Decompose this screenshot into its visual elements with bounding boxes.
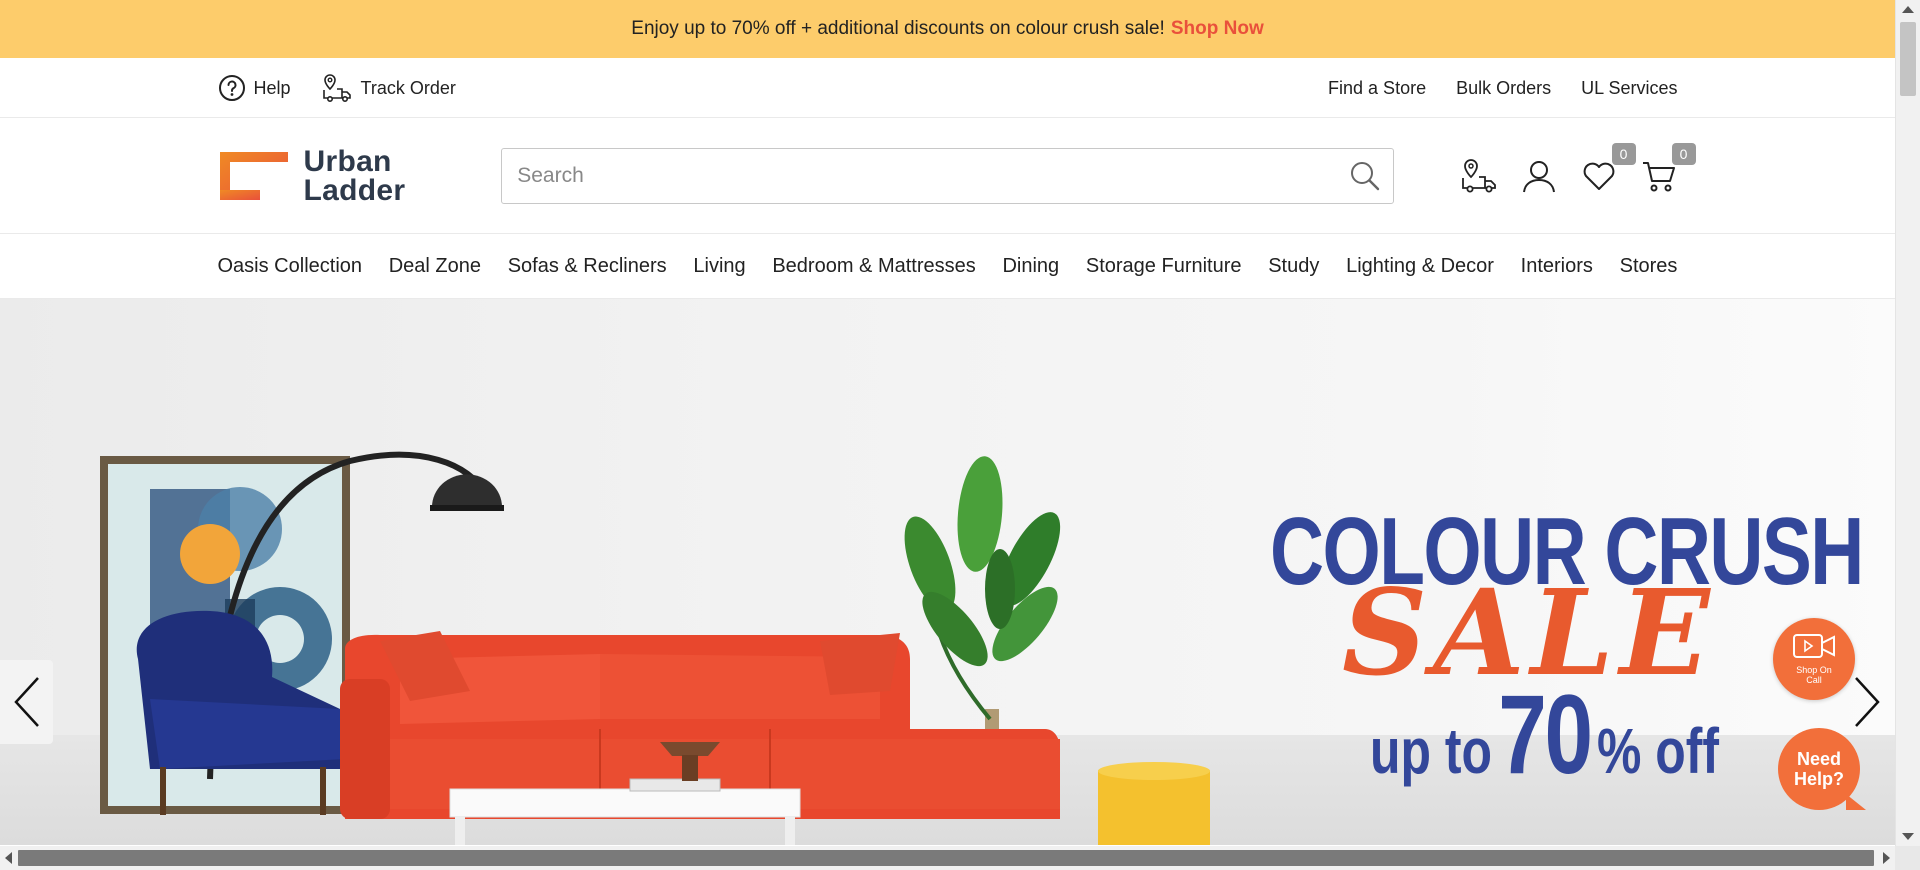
user-icon — [1522, 161, 1555, 193]
vertical-scrollbar[interactable] — [1895, 0, 1920, 846]
hero-carousel[interactable]: COLOUR CRUSH SALE up to 70 % off — [0, 299, 1895, 845]
chevron-right-icon — [1855, 677, 1880, 727]
carousel-prev-button[interactable] — [0, 660, 53, 744]
wishlist-count-badge: 0 — [1611, 143, 1636, 165]
category-nav: Oasis Collection Deal Zone Sofas & Recli… — [0, 234, 1895, 299]
scrollbar-corner — [1895, 846, 1920, 870]
scroll-right-arrow-icon[interactable] — [1883, 852, 1890, 864]
hero-line-discount: up to 70 % off — [1370, 670, 1729, 799]
cart-icon — [1642, 162, 1675, 192]
logo-mark-icon — [219, 152, 288, 200]
store-locator-button[interactable] — [1460, 157, 1498, 195]
vertical-scroll-thumb[interactable] — [1900, 22, 1916, 96]
track-order-label: Track Order — [360, 77, 456, 98]
nav-item-study[interactable]: Study — [1268, 255, 1319, 278]
account-button[interactable] — [1520, 157, 1558, 195]
hero-line-colour-crush: COLOUR CRUSH — [1270, 498, 1864, 605]
logo-text-line2: Ladder — [303, 174, 406, 207]
nav-item-interiors[interactable]: Interiors — [1521, 255, 1593, 278]
logo-text-line1: Urban — [303, 145, 392, 178]
bulk-orders-link[interactable]: Bulk Orders — [1456, 78, 1551, 99]
track-order-link[interactable]: Track Order — [321, 72, 456, 104]
nav-item-dining[interactable]: Dining — [1002, 255, 1059, 278]
search-input[interactable] — [502, 149, 1393, 203]
scroll-down-arrow-icon[interactable] — [1902, 833, 1914, 840]
nav-item-lighting-decor[interactable]: Lighting & Decor — [1346, 255, 1494, 278]
need-help-label: Need Help? — [1793, 749, 1844, 789]
scroll-left-arrow-icon[interactable] — [5, 852, 12, 864]
nav-item-bedroom-mattresses[interactable]: Bedroom & Mattresses — [772, 255, 975, 278]
wishlist-button[interactable]: 0 — [1580, 143, 1636, 195]
help-link[interactable]: Help — [218, 74, 291, 102]
chevron-left-icon — [13, 677, 39, 727]
heart-icon — [1583, 162, 1614, 190]
store-delivery-icon — [1461, 159, 1496, 193]
hero-sale-headline: COLOUR CRUSH SALE up to 70 % off — [1270, 498, 1864, 799]
shop-on-call-button[interactable]: Shop On Call — [1773, 618, 1855, 700]
search-box — [501, 148, 1394, 204]
help-icon — [218, 75, 245, 101]
main-header: Urban Ladder Search 0 0 — [0, 118, 1895, 234]
help-label: Help — [253, 77, 291, 98]
video-call-icon — [1793, 634, 1835, 658]
nav-item-deal-zone[interactable]: Deal Zone — [389, 255, 481, 278]
search-icon — [1350, 162, 1379, 191]
urban-ladder-logo[interactable]: Urban Ladder — [218, 145, 482, 207]
shop-now-link[interactable]: Shop Now — [1171, 18, 1264, 40]
shop-on-call-label: Shop On Call — [1796, 665, 1832, 685]
ul-services-link[interactable]: UL Services — [1581, 78, 1677, 99]
nav-item-stores[interactable]: Stores — [1620, 255, 1678, 278]
nav-item-storage-furniture[interactable]: Storage Furniture — [1086, 255, 1242, 278]
scroll-up-arrow-icon[interactable] — [1902, 6, 1914, 13]
search-button[interactable] — [1349, 160, 1381, 197]
delivery-truck-icon — [322, 74, 351, 102]
need-help-button[interactable]: Need Help? — [1778, 728, 1866, 810]
nav-item-sofas-recliners[interactable]: Sofas & Recliners — [508, 255, 667, 278]
carousel-next-button[interactable] — [1845, 671, 1889, 733]
promo-text: Enjoy up to 70% off + additional discoun… — [631, 18, 1165, 39]
promo-banner: Enjoy up to 70% off + additional discoun… — [0, 0, 1895, 58]
horizontal-scrollbar[interactable] — [0, 846, 1895, 870]
living-room-scene-image — [100, 451, 1210, 845]
nav-item-living[interactable]: Living — [693, 255, 745, 278]
hero-upto-text: up to — [1370, 715, 1492, 787]
utility-bar: Help Track Order Find a Store Bulk Order… — [0, 58, 1895, 118]
cart-button[interactable]: 0 — [1640, 143, 1696, 195]
horizontal-scroll-thumb[interactable] — [18, 850, 1874, 866]
page-viewport: Enjoy up to 70% off + additional discoun… — [0, 0, 1895, 846]
hero-off-text: % off — [1596, 715, 1719, 787]
cart-count-badge: 0 — [1671, 143, 1696, 165]
find-store-link[interactable]: Find a Store — [1328, 78, 1426, 99]
nav-item-oasis-collection[interactable]: Oasis Collection — [218, 255, 363, 278]
hero-percent-value: 70 — [1498, 672, 1593, 797]
